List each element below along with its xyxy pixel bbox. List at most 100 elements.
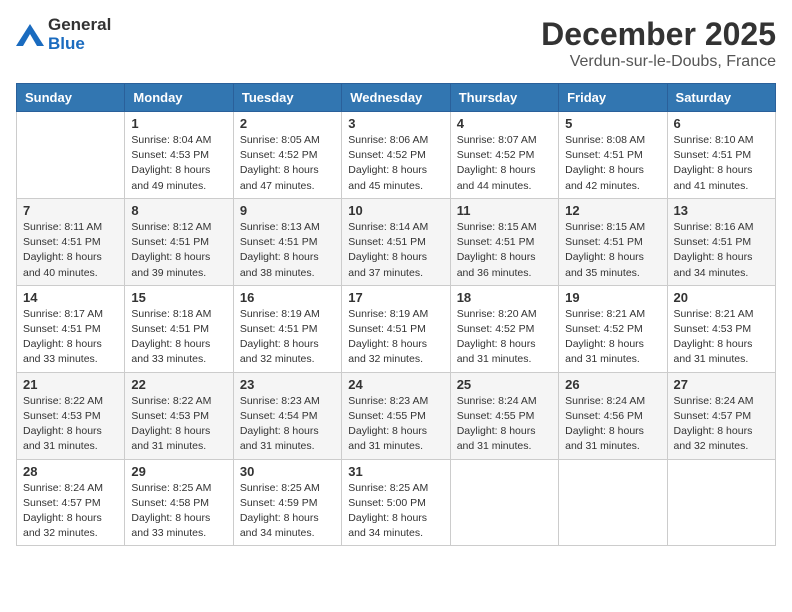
day-number: 3 xyxy=(348,116,443,131)
calendar-day-cell: 21Sunrise: 8:22 AMSunset: 4:53 PMDayligh… xyxy=(17,372,125,459)
calendar-day-cell: 13 Sunrise: 8:16 AMSunset: 4:51 PMDayligh… xyxy=(667,198,775,285)
day-info: Sunrise: 8:15 AMSunset: 4:51 PMDaylight:… xyxy=(565,220,660,281)
day-info: Sunrise: 8:18 AMSunset: 4:51 PMDaylight:… xyxy=(131,307,226,368)
weekday-header-saturday: Saturday xyxy=(667,84,775,112)
day-info: Sunrise: 8:22 AMSunset: 4:53 PMDaylight:… xyxy=(23,394,118,455)
day-number: 12 xyxy=(565,203,660,218)
calendar-day-cell: 29 Sunrise: 8:25 AMSunset: 4:58 PMDayligh… xyxy=(125,459,233,546)
day-number: 10 xyxy=(348,203,443,218)
calendar-week-row: 1 Sunrise: 8:04 AMSunset: 4:53 PMDaylight… xyxy=(17,112,776,199)
calendar-day-cell: 22 Sunrise: 8:22 AMSunset: 4:53 PMDayligh… xyxy=(125,372,233,459)
page-header: General Blue December 2025 Verdun-sur-le… xyxy=(16,16,776,71)
location-subtitle: Verdun-sur-le-Doubs, France xyxy=(541,53,776,71)
day-number: 14 xyxy=(23,290,118,305)
day-number: 6 xyxy=(674,116,769,131)
weekday-header-sunday: Sunday xyxy=(17,84,125,112)
calendar-day-cell: 10 Sunrise: 8:14 AMSunset: 4:51 PMDayligh… xyxy=(342,198,450,285)
calendar-day-cell: 9Sunrise: 8:13 AMSunset: 4:51 PMDaylight… xyxy=(233,198,341,285)
day-info: Sunrise: 8:04 AMSunset: 4:53 PMDaylight:… xyxy=(131,133,226,194)
day-number: 23 xyxy=(240,377,335,392)
calendar-day-cell: 3 Sunrise: 8:06 AMSunset: 4:52 PMDaylight… xyxy=(342,112,450,199)
day-info: Sunrise: 8:24 AMSunset: 4:56 PMDaylight:… xyxy=(565,394,660,455)
calendar-day-cell: 1 Sunrise: 8:04 AMSunset: 4:53 PMDaylight… xyxy=(125,112,233,199)
calendar-day-cell: 4 Sunrise: 8:07 AMSunset: 4:52 PMDaylight… xyxy=(450,112,558,199)
day-number: 30 xyxy=(240,464,335,479)
calendar-day-cell: 15 Sunrise: 8:18 AMSunset: 4:51 PMDayligh… xyxy=(125,285,233,372)
calendar-day-cell: 18 Sunrise: 8:20 AMSunset: 4:52 PMDayligh… xyxy=(450,285,558,372)
day-number: 1 xyxy=(131,116,226,131)
day-info: Sunrise: 8:21 AMSunset: 4:52 PMDaylight:… xyxy=(565,307,660,368)
day-info: Sunrise: 8:15 AMSunset: 4:51 PMDaylight:… xyxy=(457,220,552,281)
calendar-day-cell: 26Sunrise: 8:24 AMSunset: 4:56 PMDayligh… xyxy=(559,372,667,459)
calendar-day-cell: 7 Sunrise: 8:11 AMSunset: 4:51 PMDaylight… xyxy=(17,198,125,285)
day-info: Sunrise: 8:07 AMSunset: 4:52 PMDaylight:… xyxy=(457,133,552,194)
day-info: Sunrise: 8:22 AMSunset: 4:53 PMDaylight:… xyxy=(131,394,226,455)
day-info: Sunrise: 8:19 AMSunset: 4:51 PMDaylight:… xyxy=(240,307,335,368)
calendar-week-row: 21Sunrise: 8:22 AMSunset: 4:53 PMDayligh… xyxy=(17,372,776,459)
calendar-day-cell: 20 Sunrise: 8:21 AMSunset: 4:53 PMDayligh… xyxy=(667,285,775,372)
day-number: 9 xyxy=(240,203,335,218)
calendar-week-row: 7 Sunrise: 8:11 AMSunset: 4:51 PMDaylight… xyxy=(17,198,776,285)
day-info: Sunrise: 8:25 AMSunset: 5:00 PMDaylight:… xyxy=(348,481,443,542)
day-number: 19 xyxy=(565,290,660,305)
day-number: 28 xyxy=(23,464,118,479)
month-year-title: December 2025 xyxy=(541,16,776,53)
day-number: 7 xyxy=(23,203,118,218)
calendar-week-row: 14 Sunrise: 8:17 AMSunset: 4:51 PMDayligh… xyxy=(17,285,776,372)
calendar-week-row: 28Sunrise: 8:24 AMSunset: 4:57 PMDayligh… xyxy=(17,459,776,546)
day-number: 31 xyxy=(348,464,443,479)
day-info: Sunrise: 8:24 AMSunset: 4:57 PMDaylight:… xyxy=(674,394,769,455)
day-info: Sunrise: 8:08 AMSunset: 4:51 PMDaylight:… xyxy=(565,133,660,194)
day-info: Sunrise: 8:16 AMSunset: 4:51 PMDaylight:… xyxy=(674,220,769,281)
logo-text-general: General xyxy=(48,15,111,34)
calendar-day-cell: 16 Sunrise: 8:19 AMSunset: 4:51 PMDayligh… xyxy=(233,285,341,372)
calendar-day-cell: 19 Sunrise: 8:21 AMSunset: 4:52 PMDayligh… xyxy=(559,285,667,372)
day-info: Sunrise: 8:21 AMSunset: 4:53 PMDaylight:… xyxy=(674,307,769,368)
day-number: 4 xyxy=(457,116,552,131)
day-number: 29 xyxy=(131,464,226,479)
calendar-table: SundayMondayTuesdayWednesdayThursdayFrid… xyxy=(16,83,776,546)
day-number: 27 xyxy=(674,377,769,392)
calendar-day-cell: 12 Sunrise: 8:15 AMSunset: 4:51 PMDayligh… xyxy=(559,198,667,285)
logo: General Blue xyxy=(16,16,111,53)
day-number: 22 xyxy=(131,377,226,392)
weekday-header-tuesday: Tuesday xyxy=(233,84,341,112)
calendar-day-cell: 17 Sunrise: 8:19 AMSunset: 4:51 PMDayligh… xyxy=(342,285,450,372)
logo-icon xyxy=(16,24,44,46)
calendar-day-cell: 24Sunrise: 8:23 AMSunset: 4:55 PMDayligh… xyxy=(342,372,450,459)
day-number: 15 xyxy=(131,290,226,305)
day-number: 24 xyxy=(348,377,443,392)
day-info: Sunrise: 8:06 AMSunset: 4:52 PMDaylight:… xyxy=(348,133,443,194)
calendar-day-cell: 2Sunrise: 8:05 AMSunset: 4:52 PMDaylight… xyxy=(233,112,341,199)
day-info: Sunrise: 8:11 AMSunset: 4:51 PMDaylight:… xyxy=(23,220,118,281)
day-number: 16 xyxy=(240,290,335,305)
day-info: Sunrise: 8:14 AMSunset: 4:51 PMDaylight:… xyxy=(348,220,443,281)
calendar-day-cell: 25Sunrise: 8:24 AMSunset: 4:55 PMDayligh… xyxy=(450,372,558,459)
day-info: Sunrise: 8:19 AMSunset: 4:51 PMDaylight:… xyxy=(348,307,443,368)
calendar-day-cell: 23Sunrise: 8:23 AMSunset: 4:54 PMDayligh… xyxy=(233,372,341,459)
day-number: 13 xyxy=(674,203,769,218)
calendar-day-cell xyxy=(17,112,125,199)
day-info: Sunrise: 8:20 AMSunset: 4:52 PMDaylight:… xyxy=(457,307,552,368)
day-number: 2 xyxy=(240,116,335,131)
calendar-day-cell: 5Sunrise: 8:08 AMSunset: 4:51 PMDaylight… xyxy=(559,112,667,199)
calendar-day-cell: 28Sunrise: 8:24 AMSunset: 4:57 PMDayligh… xyxy=(17,459,125,546)
calendar-day-cell: 6Sunrise: 8:10 AMSunset: 4:51 PMDaylight… xyxy=(667,112,775,199)
weekday-header-monday: Monday xyxy=(125,84,233,112)
day-number: 8 xyxy=(131,203,226,218)
calendar-day-cell: 11 Sunrise: 8:15 AMSunset: 4:51 PMDayligh… xyxy=(450,198,558,285)
calendar-day-cell: 27 Sunrise: 8:24 AMSunset: 4:57 PMDayligh… xyxy=(667,372,775,459)
day-number: 20 xyxy=(674,290,769,305)
calendar-day-cell: 30Sunrise: 8:25 AMSunset: 4:59 PMDayligh… xyxy=(233,459,341,546)
day-info: Sunrise: 8:25 AMSunset: 4:58 PMDaylight:… xyxy=(131,481,226,542)
day-number: 17 xyxy=(348,290,443,305)
day-number: 18 xyxy=(457,290,552,305)
calendar-day-cell xyxy=(559,459,667,546)
weekday-header-friday: Friday xyxy=(559,84,667,112)
calendar-header-row: SundayMondayTuesdayWednesdayThursdayFrid… xyxy=(17,84,776,112)
day-number: 11 xyxy=(457,203,552,218)
calendar-day-cell xyxy=(450,459,558,546)
calendar-day-cell: 31 Sunrise: 8:25 AMSunset: 5:00 PMDayligh… xyxy=(342,459,450,546)
day-info: Sunrise: 8:17 AMSunset: 4:51 PMDaylight:… xyxy=(23,307,118,368)
calendar-day-cell: 8Sunrise: 8:12 AMSunset: 4:51 PMDaylight… xyxy=(125,198,233,285)
